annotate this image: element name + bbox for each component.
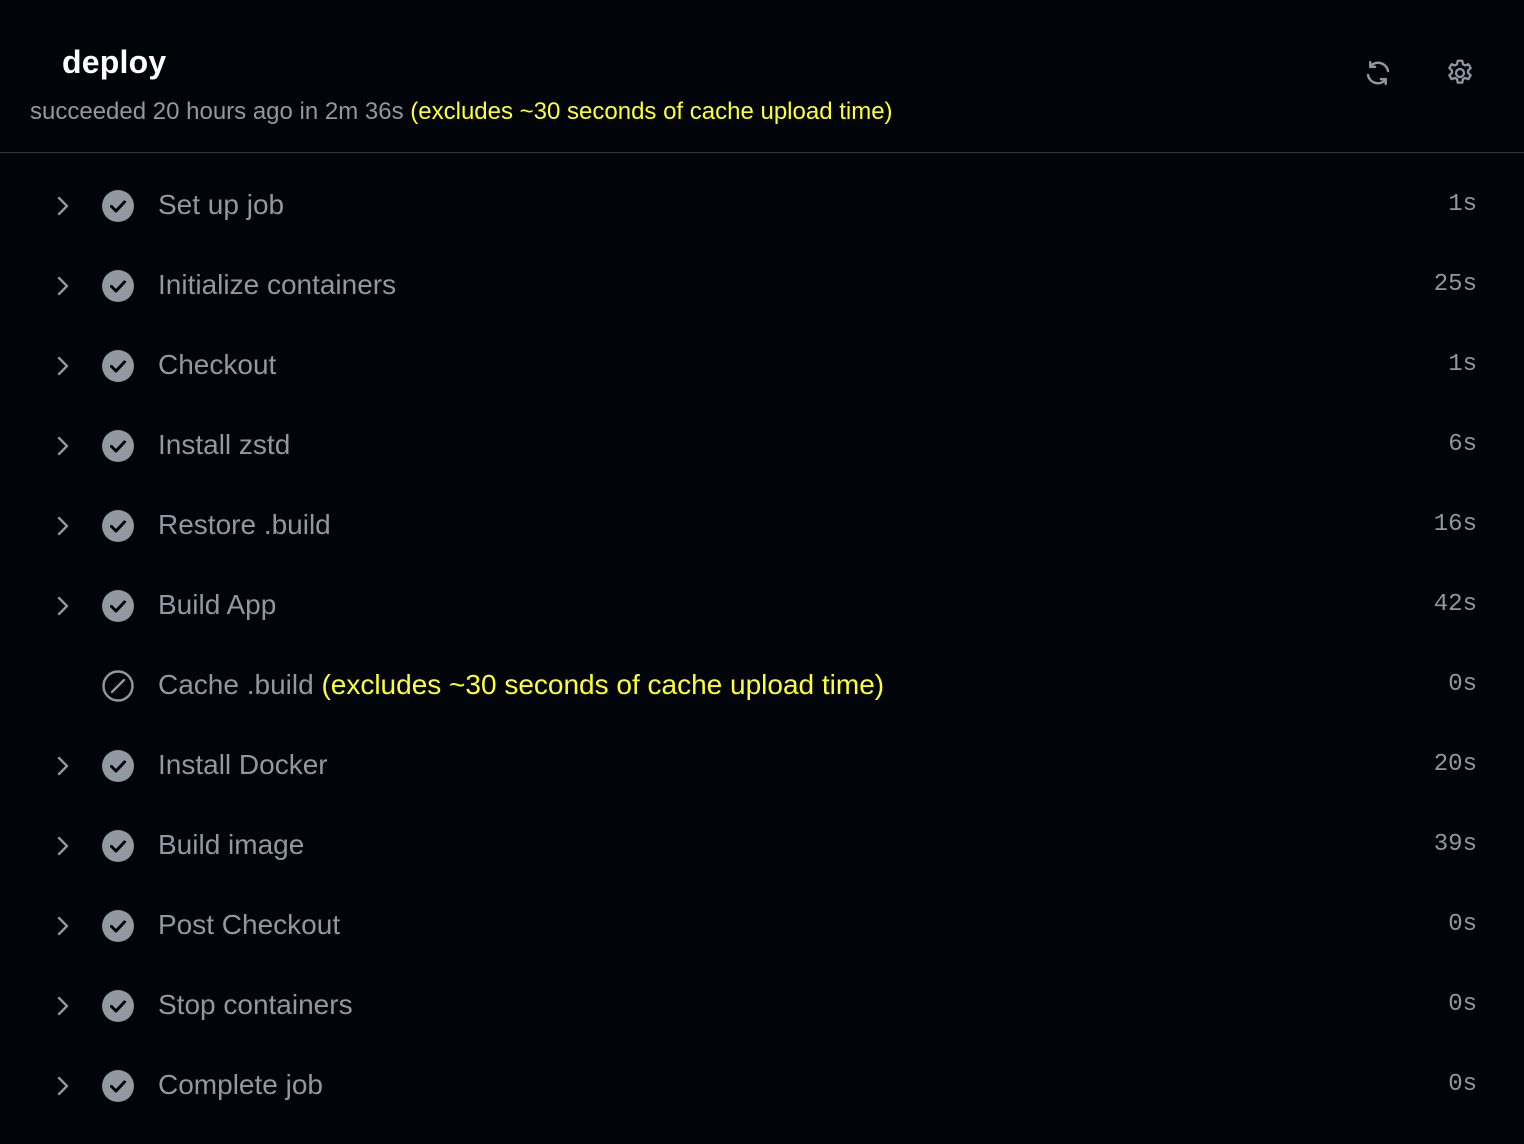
step-name: Install zstd [158,429,291,460]
step-name: Complete job [158,1069,323,1100]
step-duration: 0s [1448,911,1477,938]
step-duration: 20s [1433,751,1477,778]
chevron-right-icon[interactable] [50,192,76,220]
step-install-zstd[interactable]: Install zstd 6s [0,406,1524,486]
chevron-right-icon[interactable] [50,1072,76,1100]
chevron-right-icon[interactable] [50,432,76,460]
step-name: Cache .build (excludes ~30 seconds of ca… [158,669,884,701]
job-title: deploy [62,44,167,80]
step-restore-build[interactable]: Restore .build 16s [0,486,1524,566]
job-status-text: succeeded 20 hours ago in 2m 36s [30,98,404,125]
settings-button[interactable] [1437,50,1483,96]
chevron-right-icon[interactable] [50,592,76,620]
step-duration: 25s [1433,271,1477,298]
check-circle-icon [102,270,134,302]
chevron-right-icon[interactable] [50,352,76,380]
chevron-right-icon[interactable] [50,832,76,860]
check-circle-icon [102,1070,134,1102]
check-circle-icon [102,430,134,462]
step-checkout[interactable]: Checkout 1s [0,326,1524,406]
job-note: (excludes ~30 seconds of cache upload ti… [410,98,893,125]
chevron-right-icon[interactable] [50,272,76,300]
step-name: Restore .build [158,509,331,540]
refresh-button[interactable] [1355,50,1401,96]
step-duration: 39s [1433,831,1477,858]
step-duration: 0s [1448,671,1477,698]
refresh-icon [1366,60,1390,86]
job-header: deploy succeeded 20 hours ago in 2m 36s … [0,0,1524,153]
step-build-image[interactable]: Build image 39s [0,806,1524,886]
step-name: Build image [158,829,305,860]
check-circle-icon [102,190,134,222]
step-name: Stop containers [158,989,353,1020]
job-subtitle: succeeded 20 hours ago in 2m 36s (exclud… [30,98,893,126]
check-circle-icon [102,510,134,542]
step-post-checkout[interactable]: Post Checkout 0s [0,886,1524,966]
chevron-right-icon[interactable] [50,912,76,940]
step-duration: 1s [1448,191,1477,218]
check-circle-icon [102,750,134,782]
check-circle-icon [102,910,134,942]
step-duration: 16s [1433,511,1477,538]
step-name: Checkout [158,349,277,380]
gear-icon [1448,59,1472,84]
step-name-text: Cache .build [158,669,314,700]
step-duration: 6s [1448,431,1477,458]
step-duration: 0s [1448,991,1477,1018]
step-duration: 0s [1448,1071,1477,1098]
check-circle-icon [102,350,134,382]
step-complete-job[interactable]: Complete job 0s [0,1046,1524,1126]
step-set-up-job[interactable]: Set up job 1s [0,166,1524,246]
chevron-right-icon[interactable] [50,512,76,540]
step-duration: 42s [1433,591,1477,618]
step-name: Build App [158,589,277,620]
step-name: Set up job [158,189,285,220]
step-duration: 1s [1448,351,1477,378]
check-circle-icon [102,830,134,862]
steps-list: Set up job 1s Initialize containers 25s … [0,166,1524,1126]
step-name: Initialize containers [158,269,397,300]
skipped-icon [102,670,134,702]
step-install-docker[interactable]: Install Docker 20s [0,726,1524,806]
check-circle-icon [102,990,134,1022]
step-note: (excludes ~30 seconds of cache upload ti… [321,669,885,700]
check-circle-icon [102,590,134,622]
step-build-app[interactable]: Build App 42s [0,566,1524,646]
step-cache-build: Cache .build (excludes ~30 seconds of ca… [0,646,1524,726]
step-name: Install Docker [158,749,328,780]
step-initialize-containers[interactable]: Initialize containers 25s [0,246,1524,326]
chevron-right-icon[interactable] [50,752,76,780]
chevron-right-icon[interactable] [50,992,76,1020]
step-stop-containers[interactable]: Stop containers 0s [0,966,1524,1046]
step-name: Post Checkout [158,909,341,940]
